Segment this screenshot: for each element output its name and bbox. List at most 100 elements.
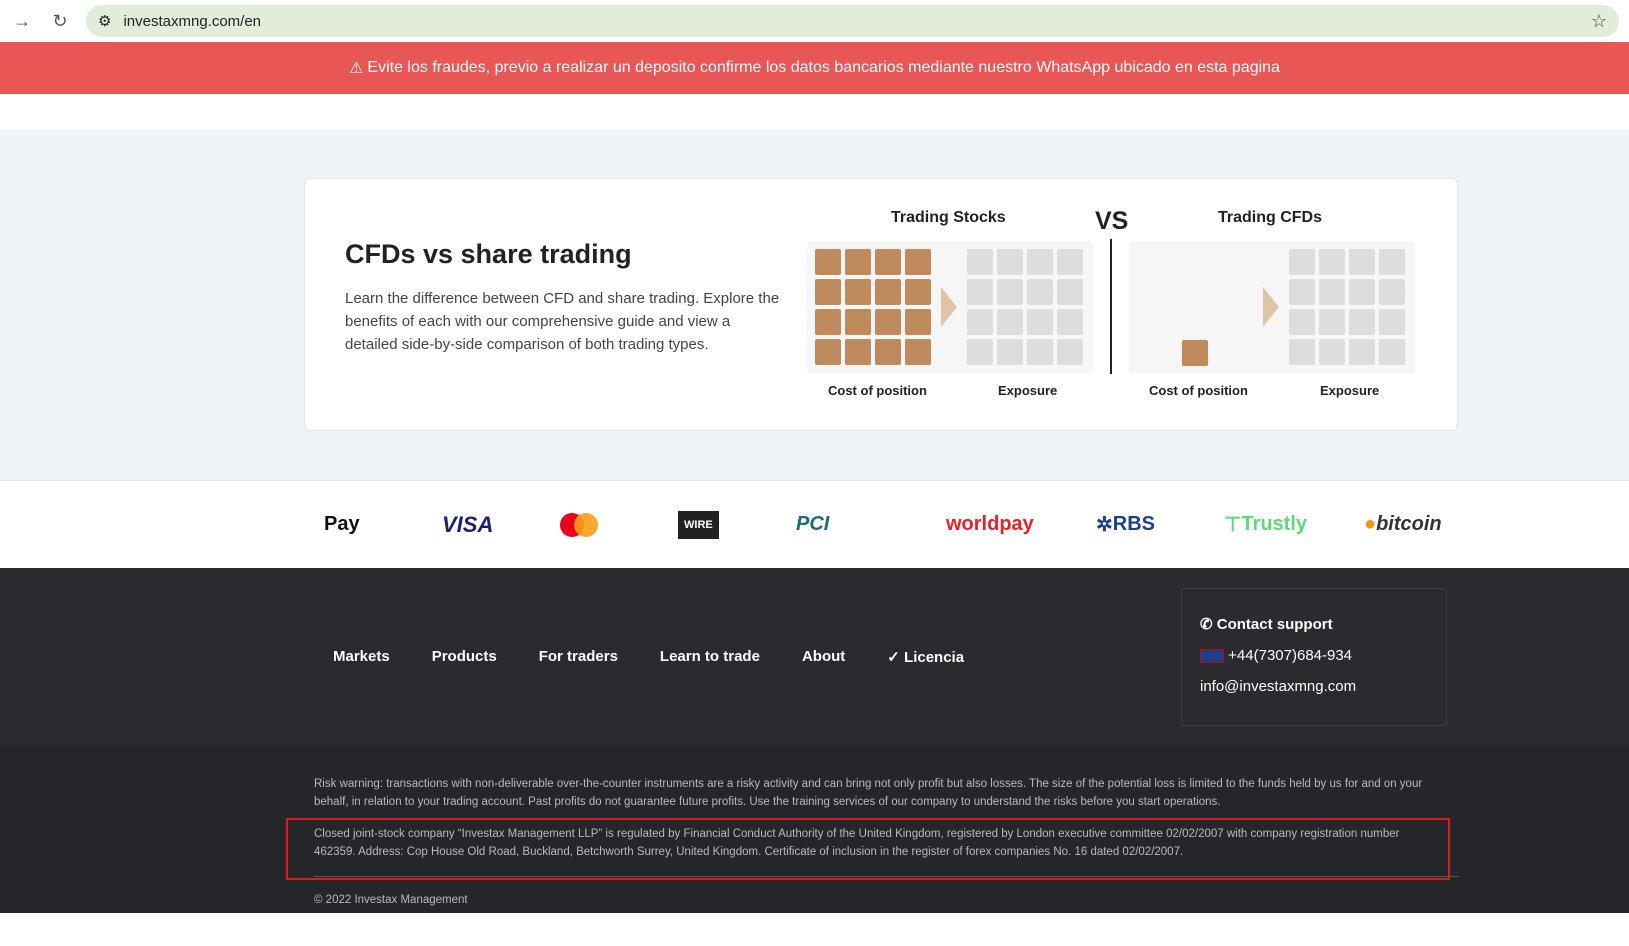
menu-learn-to-trade[interactable]: Learn to trade xyxy=(660,648,760,666)
block xyxy=(1289,339,1315,365)
warning-icon: ⚠ xyxy=(349,60,364,77)
arrow-icon xyxy=(941,287,957,327)
block xyxy=(1379,339,1405,365)
exposure-label: Exposure xyxy=(1320,383,1380,398)
menu-licencia[interactable]: ✓ Licencia xyxy=(887,648,964,666)
url-text: investaxmng.com/en xyxy=(123,12,262,30)
block xyxy=(905,339,931,365)
block xyxy=(967,339,993,365)
block xyxy=(875,309,901,335)
payment-logos: Pay VISA WIRE PCI worldpay ✲ RBS ⊤ Trustl… xyxy=(0,480,1629,568)
check-badge-icon: ✓ xyxy=(887,649,900,666)
company-link[interactable]: Investax Management LLP xyxy=(462,828,599,840)
visa-logo: VISA xyxy=(442,511,494,537)
contact-title: Contact support xyxy=(1216,616,1333,633)
fraud-alert-banner: ⚠ Evite los fraudes, previo a realizar u… xyxy=(0,42,1629,94)
block-grid xyxy=(1289,249,1405,365)
cost-block xyxy=(1182,340,1208,366)
block xyxy=(875,279,901,305)
block-grid xyxy=(967,249,1083,365)
block xyxy=(967,279,993,305)
block xyxy=(997,309,1023,335)
copyright: © 2022 Investax Management xyxy=(314,894,468,906)
arrow-icon xyxy=(1263,287,1279,327)
block xyxy=(815,279,841,305)
address-bar[interactable]: ⚙ investaxmng.com/en ☆ xyxy=(86,5,1619,37)
block xyxy=(1319,279,1345,305)
block xyxy=(1319,249,1345,275)
legal-section: Risk warning: transactions with non-deli… xyxy=(0,746,1629,913)
block xyxy=(1349,249,1375,275)
block xyxy=(1057,279,1083,305)
block xyxy=(1379,279,1405,305)
block xyxy=(1379,249,1405,275)
rbs-logo: ✲ RBS xyxy=(1096,513,1155,536)
mastercard-logo xyxy=(560,512,678,537)
block xyxy=(875,339,901,365)
cfd-vs-share-card[interactable]: CFDs vs share trading Learn the differen… xyxy=(304,178,1458,431)
stocks-diagram xyxy=(807,241,1093,374)
block xyxy=(815,249,841,275)
block xyxy=(905,309,931,335)
block xyxy=(1027,249,1053,275)
card-description: Learn the difference between CFD and sha… xyxy=(345,290,780,353)
block xyxy=(1319,339,1345,365)
divider xyxy=(1110,239,1112,374)
cfds-diagram xyxy=(1129,241,1415,374)
block xyxy=(967,309,993,335)
block xyxy=(1289,249,1315,275)
menu-markets[interactable]: Markets xyxy=(333,648,390,666)
company-info: Closed joint-stock company “Investax Man… xyxy=(314,828,1400,858)
forward-icon[interactable]: → xyxy=(10,11,34,32)
block xyxy=(1057,339,1083,365)
cfds-title: Trading CFDs xyxy=(1218,209,1323,226)
risk-warning: Risk warning: transactions with non-deli… xyxy=(314,778,1423,808)
block xyxy=(1057,249,1083,275)
block xyxy=(815,309,841,335)
block xyxy=(1027,279,1053,305)
block xyxy=(997,279,1023,305)
menu-about[interactable]: About xyxy=(802,648,845,666)
uk-flag-icon xyxy=(1200,649,1224,664)
block xyxy=(845,279,871,305)
block xyxy=(1027,339,1053,365)
cost-label: Cost of position xyxy=(828,383,927,398)
block xyxy=(815,339,841,365)
pci-logo: PCI xyxy=(796,513,830,535)
block xyxy=(967,249,993,275)
trustly-logo: ⊤ Trustly xyxy=(1224,513,1307,536)
apple-pay-logo: Pay xyxy=(324,513,360,535)
cost-label: Cost of position xyxy=(1149,383,1248,398)
phone-icon: ✆ xyxy=(1200,616,1213,633)
reload-icon[interactable]: ↻ xyxy=(48,11,72,32)
block xyxy=(1319,309,1345,335)
block xyxy=(1027,309,1053,335)
block xyxy=(1349,309,1375,335)
exposure-label: Exposure xyxy=(998,383,1058,398)
block xyxy=(905,279,931,305)
block xyxy=(845,309,871,335)
menu-products[interactable]: Products xyxy=(432,648,497,666)
menu-for-traders[interactable]: For traders xyxy=(539,648,618,666)
block xyxy=(845,339,871,365)
block xyxy=(1289,309,1315,335)
browser-toolbar: → ↻ ⚙ investaxmng.com/en ☆ xyxy=(0,0,1629,42)
block xyxy=(1379,309,1405,335)
contact-support-box: ✆ Contact support +44(7307)684-934 info@… xyxy=(1181,588,1447,726)
block xyxy=(1349,279,1375,305)
footer-menu: Markets Products For traders Learn to tr… xyxy=(333,648,964,666)
footer: Markets Products For traders Learn to tr… xyxy=(0,568,1629,746)
card-title: CFDs vs share trading xyxy=(345,239,632,269)
worldpay-logo: worldpay xyxy=(946,513,1034,535)
site-settings-icon[interactable]: ⚙ xyxy=(98,12,111,30)
comparison-section: CFDs vs share trading Learn the differen… xyxy=(0,130,1629,480)
block xyxy=(1349,339,1375,365)
phone-number[interactable]: +44(7307)684-934 xyxy=(1228,647,1352,664)
block xyxy=(997,249,1023,275)
block xyxy=(845,249,871,275)
bitcoin-logo: ● bitcoin xyxy=(1364,513,1442,535)
bookmark-star-icon[interactable]: ☆ xyxy=(1591,11,1607,32)
block-grid xyxy=(815,249,931,365)
stocks-title: Trading Stocks xyxy=(891,209,1006,226)
email-link[interactable]: info@investaxmng.com xyxy=(1200,678,1428,695)
